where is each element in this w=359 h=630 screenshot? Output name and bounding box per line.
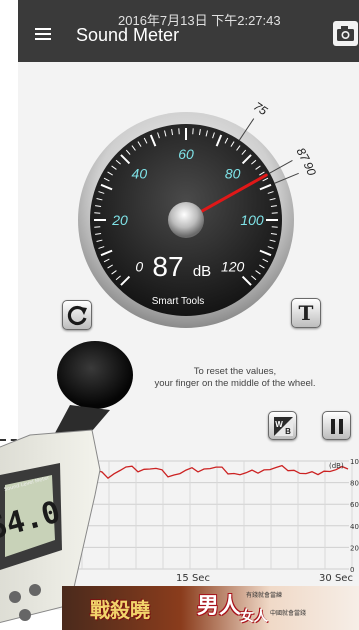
reading-value: 87 <box>152 251 183 282</box>
ad-banner[interactable]: 戰殺曉 男人 女人 有錢就會當練 中國就會當錢 <box>62 586 359 630</box>
graph-y-label: 40 <box>350 523 359 531</box>
graph-y-label: 80 <box>350 480 359 488</box>
gauge-scale-label: 60 <box>178 146 194 162</box>
graph-unit: (dB) <box>329 462 344 470</box>
gauge-scale-label: 80 <box>225 165 241 181</box>
graph-y-label: 20 <box>350 544 359 552</box>
menu-icon[interactable] <box>35 28 51 41</box>
gauge-hub[interactable] <box>168 202 204 238</box>
weighting-icon: W B <box>274 417 293 436</box>
ad-small-1: 有錢就會當練 <box>246 592 283 599</box>
graph-x-label-30: 30 Sec <box>319 573 353 584</box>
pause-button[interactable] <box>322 411 351 440</box>
text-mode-button[interactable]: T <box>291 298 321 328</box>
graph-y-label: 60 <box>350 501 359 509</box>
graph-x-label-15: 15 Sec <box>176 573 210 584</box>
ad-title-3: 女人 <box>240 609 268 625</box>
camera-button[interactable] <box>332 20 359 47</box>
pause-icon <box>331 419 343 434</box>
gauge-scale-label: 100 <box>240 212 264 228</box>
camera-icon <box>333 21 358 46</box>
weighting-button[interactable]: W B <box>268 411 297 440</box>
gauge-scale-label: 120 <box>221 259 245 275</box>
refresh-icon <box>67 305 87 326</box>
gauge-scale-label: 0 <box>135 259 143 275</box>
microphone-foam <box>57 341 133 409</box>
svg-text:B: B <box>285 427 291 436</box>
app-toolbar: 2016年7月13日 下午2:27:43 Sound Meter <box>18 0 359 62</box>
gauge-scale-label: 20 <box>111 212 128 228</box>
brand-label: Smart Tools <box>152 296 205 307</box>
ad-small-2: 中國就會當錢 <box>270 610 307 617</box>
gauge-marker-label: 75 <box>251 99 270 118</box>
reset-button[interactable] <box>62 300 92 330</box>
ad-title: 戰殺曉 <box>90 598 150 622</box>
gauge-marker-label: 90 <box>301 160 319 178</box>
svg-text:W: W <box>275 420 283 429</box>
ad-title-2: 男人 <box>197 593 242 619</box>
gauge-scale-label: 40 <box>132 165 148 181</box>
graph-y-label: 100 <box>350 458 359 466</box>
reading-unit: dB <box>193 263 211 280</box>
page-title: Sound Meter <box>76 25 180 45</box>
